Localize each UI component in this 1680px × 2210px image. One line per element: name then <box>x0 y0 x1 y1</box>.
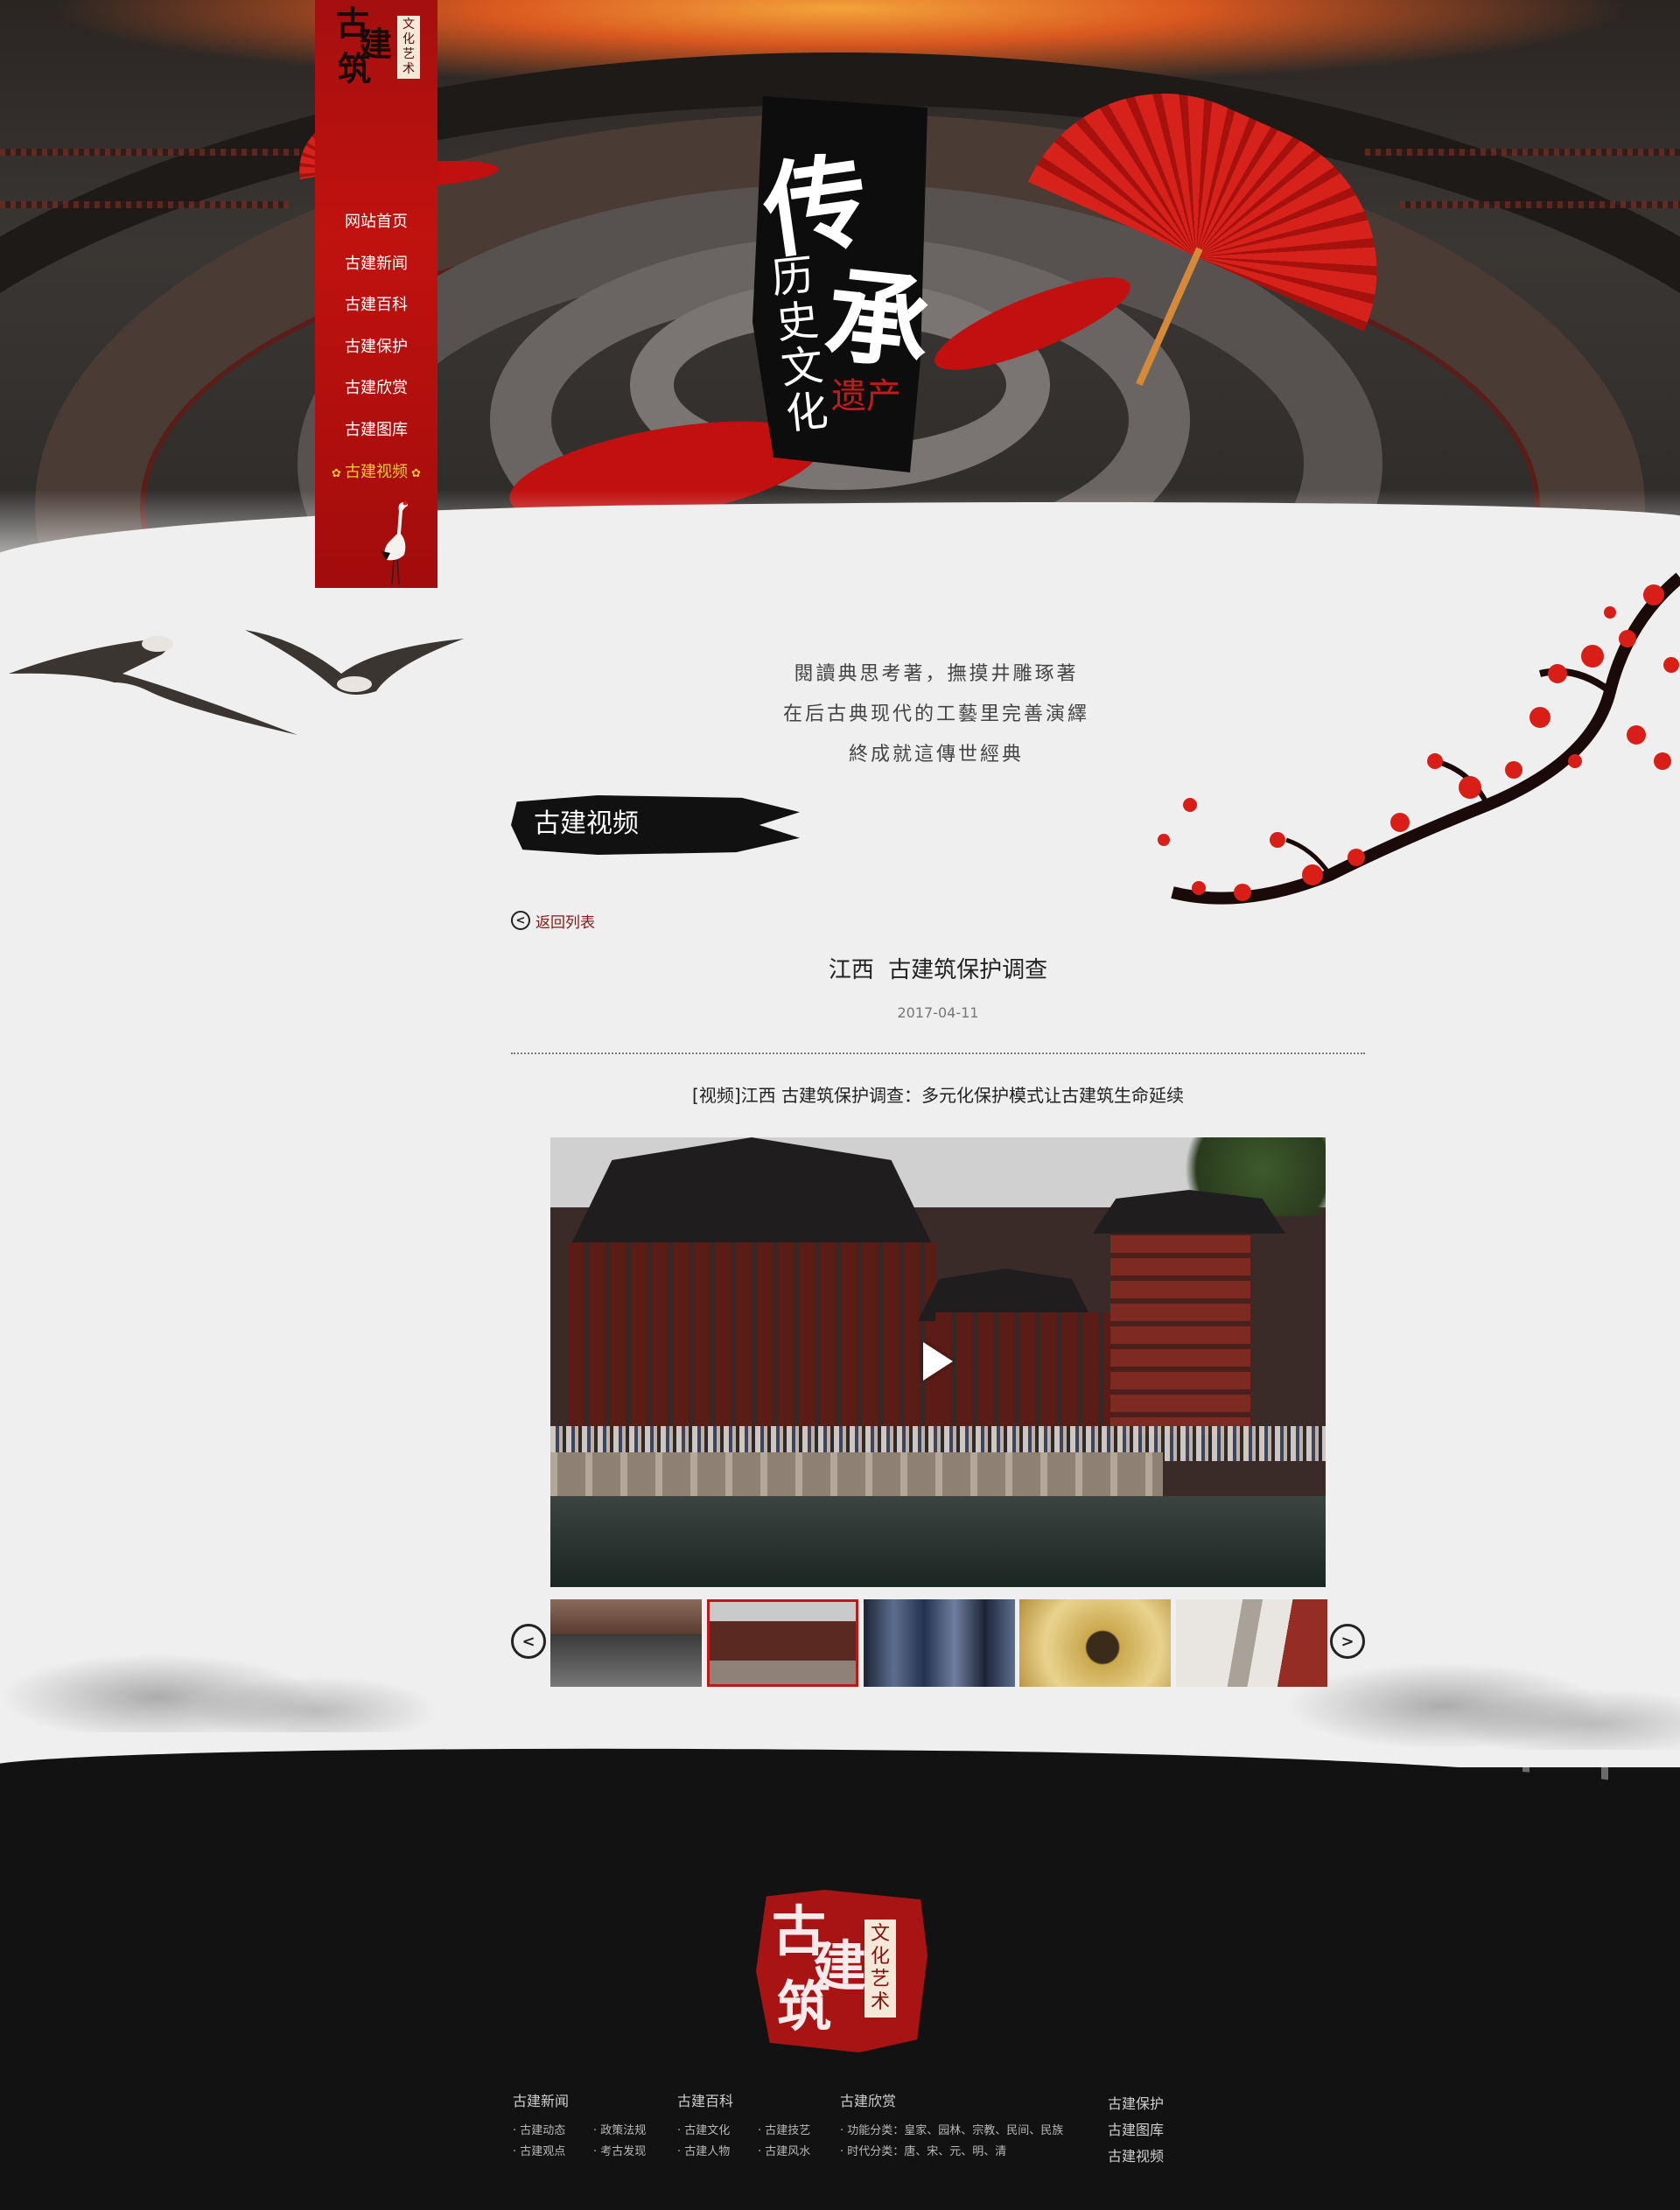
footer-link-protection[interactable]: 古建保护 <box>1108 2091 1164 2117</box>
footer-link-video[interactable]: 古建视频 <box>1108 2144 1164 2170</box>
balcony-right-2 <box>1400 201 1680 208</box>
nav-item-news[interactable]: 古建新闻 <box>315 243 438 285</box>
ink-mountains-right <box>1208 1645 1680 1750</box>
nav-item-video[interactable]: 古建视频 <box>315 451 438 493</box>
footer-link[interactable]: 古建风水 <box>758 2144 812 2161</box>
ink-mountains-left <box>0 1627 455 1732</box>
video-hall <box>935 1312 1110 1435</box>
footer-links: 古建新闻 古建动态 政策法规 古建观点 考古发现 古建百科 古建文化 古建技艺 … <box>513 2091 1178 2196</box>
footer-link[interactable]: 古建文化 <box>677 2123 732 2140</box>
footer-side-links: 古建保护 古建图库 古建视频 <box>1108 2091 1164 2170</box>
tagline-line: 終成就這傳世經典 <box>848 744 1024 766</box>
footer-link[interactable]: 古建动态 <box>513 2123 567 2140</box>
footer-link[interactable]: 考古发现 <box>593 2144 648 2161</box>
balcony-left-2 <box>0 201 289 208</box>
logo-char: 筑 <box>777 1975 832 2039</box>
nav-item-home[interactable]: 网站首页 <box>315 201 438 243</box>
nav-item-protection[interactable]: 古建保护 <box>315 326 438 368</box>
section-title: 古建视频 <box>511 786 800 864</box>
footer: 古 建 筑 文化艺术 古建新闻 古建动态 政策法规 古建观点 考古发现 古建百科… <box>0 1742 1680 2210</box>
tagline-line: 閱讀典思考著，撫摸井雕琢著 <box>794 663 1079 685</box>
hero-banner: 传 承 历史文化 遗产 <box>0 0 1680 612</box>
video-water <box>550 1496 1326 1587</box>
video-pavilion <box>568 1242 935 1435</box>
calligraphy-seal: 遗产 <box>831 376 901 416</box>
play-button[interactable] <box>917 1340 959 1382</box>
footer-column-appreciation: 古建欣赏 功能分类：皇家、园林、宗教、民间、民族 时代分类：唐、宋、元、明、清 <box>840 2091 1094 2161</box>
footer-ink-edge <box>0 1767 1680 1802</box>
footer-heading[interactable]: 古建新闻 <box>513 2091 648 2112</box>
back-arrow-icon: < <box>511 911 530 930</box>
thumbnail-2[interactable] <box>707 1599 858 1687</box>
footer-heading[interactable]: 古建百科 <box>677 2091 812 2112</box>
footer-logo[interactable]: 古 建 筑 文化艺术 <box>756 1890 928 2053</box>
logo-tag: 文化艺术 <box>864 1920 896 2018</box>
seagulls-icon <box>9 630 464 735</box>
section-title-label: 古建视频 <box>534 808 639 839</box>
footer-link[interactable]: 古建人物 <box>677 2144 732 2161</box>
thumbnail-4[interactable] <box>1019 1599 1171 1687</box>
tagline-line: 在后古典现代的工藝里完善演繹 <box>782 703 1089 725</box>
back-to-list-link[interactable]: < 返回列表 <box>511 908 595 933</box>
tagline: 閱讀典思考著，撫摸井雕琢著 在后古典现代的工藝里完善演繹 終成就這傳世經典 <box>752 654 1120 775</box>
article-date: 2017-04-11 <box>897 1004 979 1021</box>
prev-arrow-icon[interactable]: < <box>511 1624 546 1659</box>
crane-icon <box>382 500 408 585</box>
balcony-right <box>1365 149 1680 156</box>
site-logo[interactable]: 古 建 筑 文化艺术 <box>332 7 420 94</box>
footer-heading[interactable]: 古建欣赏 <box>840 2091 1094 2112</box>
thumbnail-1[interactable] <box>550 1599 702 1687</box>
video-roof <box>568 1137 935 1251</box>
nav-list: 网站首页 古建新闻 古建百科 古建保护 古建欣赏 古建图库 古建视频 <box>315 201 438 493</box>
footer-link-gallery[interactable]: 古建图库 <box>1108 2117 1164 2144</box>
back-to-list-label: 返回列表 <box>536 913 595 932</box>
footer-link[interactable]: 古建技艺 <box>758 2123 812 2140</box>
footer-column-news: 古建新闻 古建动态 政策法规 古建观点 考古发现 <box>513 2091 648 2161</box>
video-player[interactable] <box>550 1137 1326 1587</box>
article-title: 江西 古建筑保护调查 <box>828 957 1048 983</box>
video-tower <box>1110 1216 1250 1435</box>
nav-item-gallery[interactable]: 古建图库 <box>315 409 438 451</box>
balcony-left <box>0 149 315 156</box>
footer-link[interactable]: 功能分类：皇家、园林、宗教、民间、民族 <box>840 2123 1094 2140</box>
footer-link[interactable]: 时代分类：唐、宋、元、明、清 <box>840 2144 1094 2161</box>
plum-blossom-icon <box>1158 572 1680 905</box>
footer-column-encyclopedia: 古建百科 古建文化 古建技艺 古建人物 古建风水 <box>677 2091 812 2161</box>
footer-link[interactable]: 古建观点 <box>513 2144 567 2161</box>
logo-tag: 文化艺术 <box>397 16 420 79</box>
video-railing <box>550 1452 1163 1496</box>
side-nav: 古 建 筑 文化艺术 网站首页 古建新闻 古建百科 古建保护 古建欣赏 古建图库… <box>315 0 438 588</box>
footer-link[interactable]: 政策法规 <box>593 2123 648 2140</box>
nav-item-encyclopedia[interactable]: 古建百科 <box>315 284 438 326</box>
dotted-divider <box>511 1053 1365 1054</box>
article-description: [视频]江西 古建筑保护调查：多元化保护模式让古建筑生命延续 <box>692 1085 1184 1106</box>
nav-item-appreciation[interactable]: 古建欣赏 <box>315 367 438 409</box>
logo-char: 筑 <box>338 49 372 88</box>
play-icon <box>923 1342 953 1381</box>
thumbnail-3[interactable] <box>864 1599 1015 1687</box>
